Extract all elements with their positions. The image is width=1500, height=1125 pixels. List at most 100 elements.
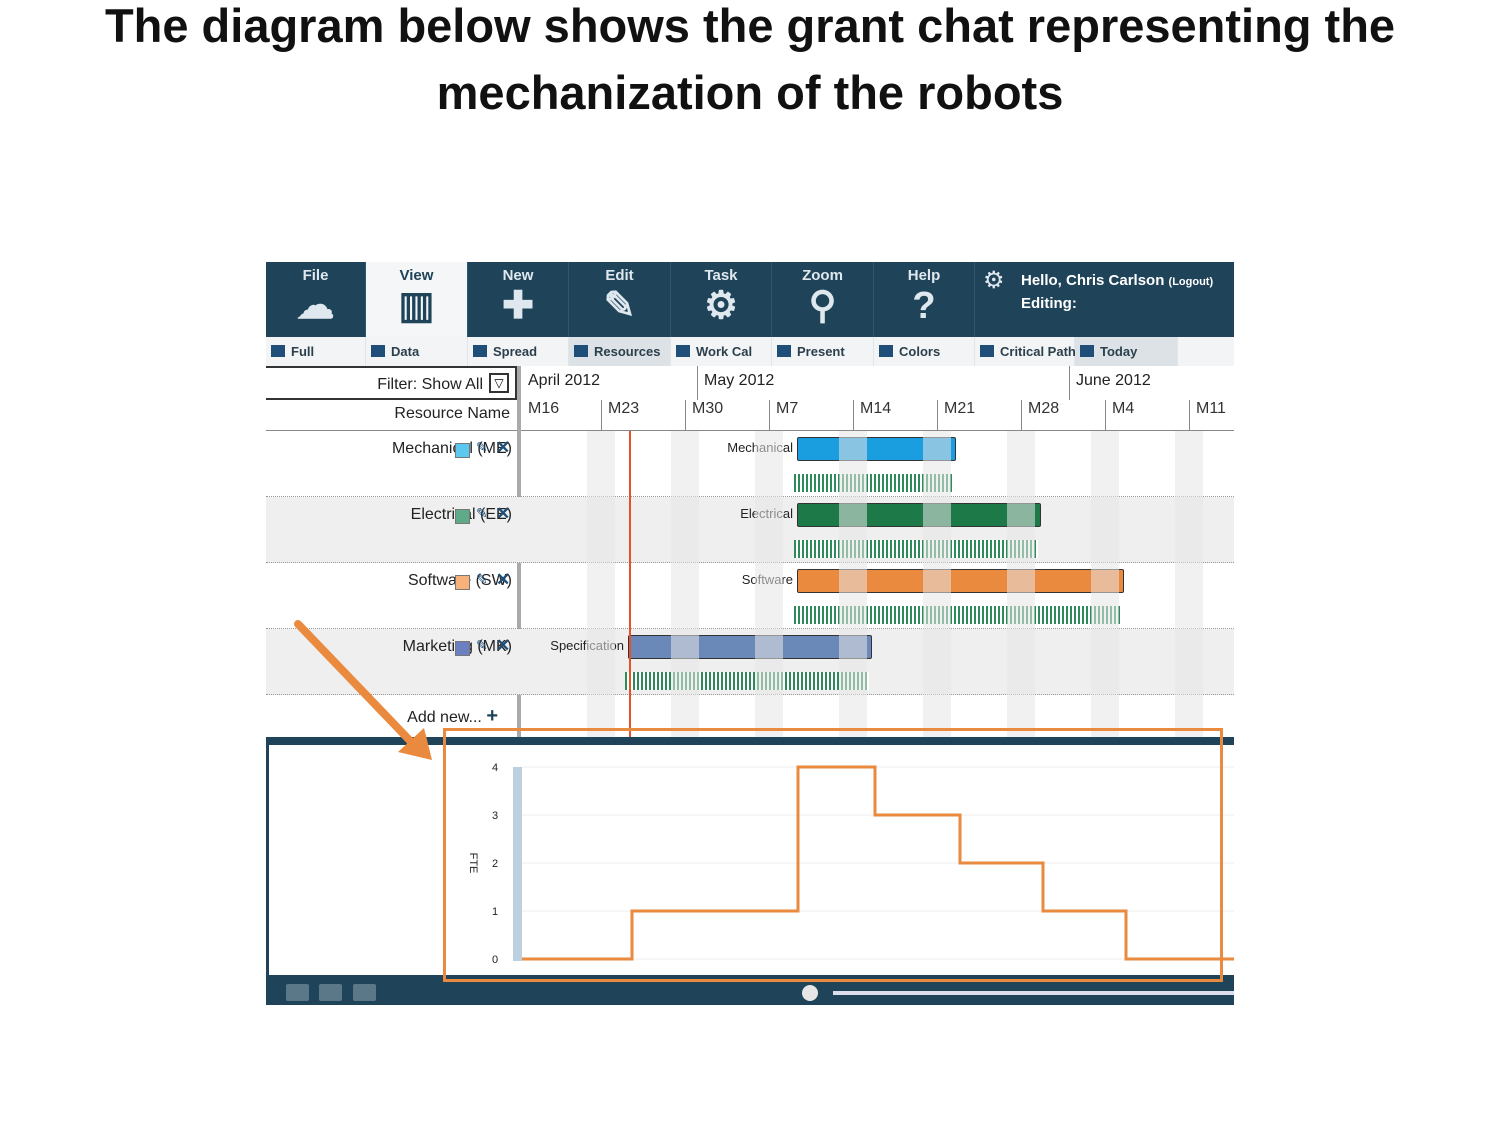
pencil-icon: ✎ [603,285,636,327]
color-swatch[interactable] [455,575,470,590]
week-divider [1189,400,1190,430]
sub-label: Full [291,344,315,359]
week-divider [601,400,602,430]
edit-pencil-icon[interactable]: ✎ [476,505,488,522]
delete-x-icon[interactable]: ✕ [496,570,510,590]
week-label: M7 [776,400,799,417]
filter-box: Filter: Show All ▽ [266,366,517,400]
view-work-cal-button[interactable]: Work Cal [671,337,772,366]
sub-label: Present [797,344,845,359]
week-label: M4 [1112,400,1135,417]
button-label: Help [907,267,941,284]
button-label: Zoom [802,267,843,284]
color-swatch[interactable] [455,509,470,524]
sub-label: Critical Path [1000,344,1076,359]
week-divider [853,400,854,430]
minimize-icon[interactable] [319,984,342,1001]
toolbar-task-button[interactable]: Task ⚙ [671,262,772,337]
week-divider [1021,400,1022,430]
resource-name-header: Resource Name [394,405,510,422]
highlight-box [443,728,1223,982]
editing-label: Editing: [1021,295,1077,312]
full-icon [271,345,285,357]
week-shade [755,431,783,737]
plus-icon: + [486,705,498,727]
allocation-hatch [625,672,869,690]
button-label: Task [704,267,738,284]
color-swatch[interactable] [455,641,470,656]
view-spread-button[interactable]: Spread [468,337,569,366]
cloud-icon: ☁ [296,285,335,327]
allocation-hatch [794,540,1038,558]
colors-icon [879,345,893,357]
delete-x-icon[interactable]: ✕ [496,504,510,524]
logout-link[interactable]: (Logout) [1169,276,1214,288]
week-shade [923,431,951,737]
edit-pencil-icon[interactable]: ✎ [476,571,488,588]
week-label: M28 [1028,400,1060,417]
sub-label: Data [391,344,420,359]
sub-label: Spread [493,344,538,359]
critical-path-icon [980,345,994,357]
toolbar-file-button[interactable]: File ☁ [266,262,366,337]
view-critical-path-button[interactable]: Critical Path [975,337,1076,366]
resource-name: Mechanical (ME) [391,440,512,457]
week-label: M21 [944,400,976,417]
button-label: New [502,267,534,284]
settings-gear-icon[interactable]: ⚙ [983,266,1005,295]
view-colors-button[interactable]: Colors [874,337,975,366]
toolbar-help-button[interactable]: Help? [874,262,975,337]
toolbar-edit-button[interactable]: Edit ✎ [569,262,671,337]
highlight-arrow-icon [294,620,432,760]
gear-ticket-icon: ⚙ [703,285,739,327]
week-divider [685,400,686,430]
edit-pencil-icon[interactable]: ✎ [476,439,488,456]
magnifier-icon: ⚲ [808,285,837,327]
filter-label: Filter: Show All [377,376,483,393]
week-shade [1007,431,1035,737]
zoom-slider-track[interactable] [833,991,1234,995]
filter-dropdown-icon[interactable]: ▽ [489,373,509,393]
work-cal-icon [676,345,690,357]
week-label: M30 [692,400,724,417]
toolbar-zoom-button[interactable]: Zoom ⚲ [772,262,874,337]
week-label: M14 [860,400,892,417]
question-icon: ? [912,285,936,327]
toolbar-view-button[interactable]: View ▥ [366,262,468,337]
resources-icon [574,345,588,357]
view-data-button[interactable]: Data [366,337,468,366]
toolbar-new-button[interactable]: New ✚ [468,262,569,337]
user-area: Hello, Chris Carlson (Logout) Editing: [975,262,1234,337]
columns-icon: ▥ [398,285,435,327]
month-label: April 2012 [528,372,601,389]
month-divider [697,366,698,400]
week-label: M11 [1196,400,1226,417]
zoom-slider-handle[interactable] [802,985,818,1001]
plus-icon: ✚ [502,285,534,327]
view-resources-button[interactable]: Resources [569,337,671,366]
sub-label: Colors [899,344,941,359]
data-icon [371,345,385,357]
button-label: File [302,267,329,284]
view-today-button[interactable]: Today [1075,337,1178,366]
week-shade [1175,431,1203,737]
present-icon [777,345,791,357]
slide-title: The diagram below shows the grant chat r… [104,0,1396,119]
view-full-button[interactable]: Full [266,337,366,366]
week-divider [937,400,938,430]
greeting: Hello, Chris Carlson [1021,272,1165,289]
resource-row: Mechanical (ME)✎✕Mechanical [266,431,1234,497]
task-bar[interactable] [797,503,1041,527]
week-shade [671,431,699,737]
week-divider [769,400,770,430]
info-icon[interactable] [353,984,376,1001]
color-swatch[interactable] [455,443,470,458]
delete-x-icon[interactable]: ✕ [496,438,510,458]
resource-row: Electrical (EE)✎✕Electrical [266,497,1234,563]
view-present-button[interactable]: Present [772,337,874,366]
edit-pencil-icon[interactable]: ✎ [476,637,488,654]
button-label: View [399,267,434,284]
task-bar[interactable] [628,635,872,659]
sub-label: Work Cal [696,344,753,359]
fit-icon[interactable] [286,984,309,1001]
